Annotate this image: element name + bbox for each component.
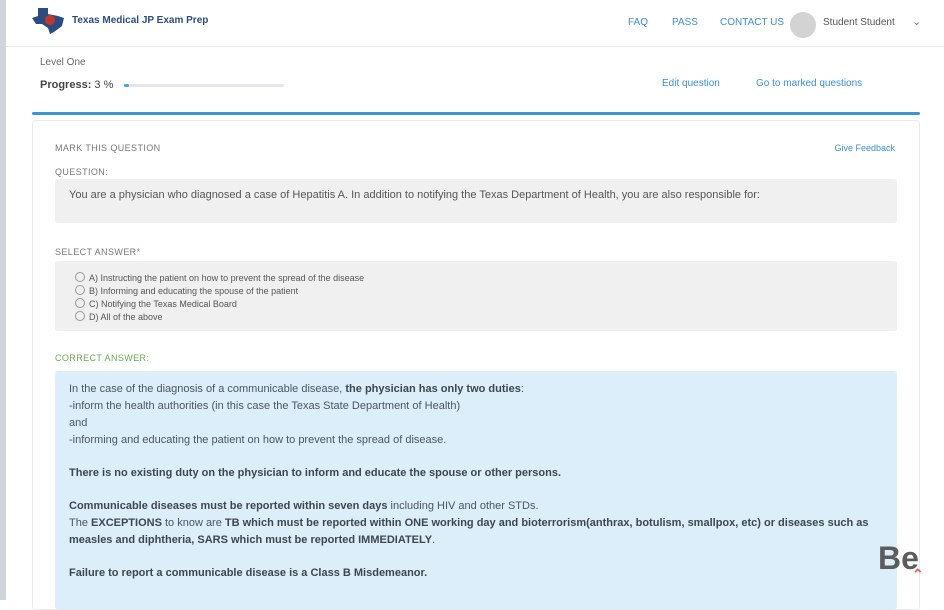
choice-c[interactable]: C) Notifying the Texas Medical Board (75, 298, 237, 309)
choice-text: B) Informing and educating the spouse of… (89, 286, 299, 296)
choice-d[interactable]: D) All of the above (75, 311, 163, 322)
answer-line: -inform the health authorities (in this … (69, 400, 461, 412)
mark-question-toggle[interactable]: MARK THIS QUESTION (55, 143, 161, 153)
select-answer-label: SELECT ANSWER* (55, 247, 140, 257)
choice-a[interactable]: A) Instructing the patient on how to pre… (75, 272, 364, 283)
answer-line: -informing and educating the patient on … (69, 434, 447, 446)
answer-text: In the case of the diagnosis of a commun… (69, 383, 346, 395)
choice-text: A) Instructing the patient on how to pre… (89, 273, 365, 283)
radio-icon[interactable] (75, 285, 85, 295)
answer-line: and (69, 417, 88, 429)
question-card: MARK THIS QUESTION Give Feedback QUESTIO… (32, 120, 920, 610)
answer-bold: the physician has only two duties (345, 383, 521, 395)
progress-title: Progress: (40, 79, 92, 91)
correct-answer-box: In the case of the diagnosis of a commun… (55, 371, 897, 609)
level-label: Level One (40, 57, 86, 68)
choice-text: C) Notifying the Texas Medical Board (89, 299, 237, 309)
answer-text: : (520, 383, 524, 395)
accent-divider (32, 112, 920, 115)
radio-icon[interactable] (75, 298, 85, 308)
radio-icon[interactable] (75, 311, 85, 321)
answer-bold: There is no existing duty on the physici… (69, 467, 562, 479)
be-watermark-logo: Be ⌃ (878, 540, 924, 582)
required-mark: * (136, 247, 141, 257)
answer-choices: A) Instructing the patient on how to pre… (55, 261, 897, 331)
answer-line: In the case of the diagnosis of a commun… (69, 381, 883, 398)
question-box: You are a physician who diagnosed a case… (55, 179, 897, 223)
left-border (0, 0, 6, 600)
answer-line: Communicable diseases must be reported w… (69, 498, 883, 515)
choice-b[interactable]: B) Informing and educating the spouse of… (75, 285, 298, 296)
answer-text: to know are (161, 517, 225, 529)
answer-paragraph: The EXCEPTIONS to know are TB which must… (69, 515, 883, 549)
progress-label: Progress: 3 % (40, 79, 113, 91)
progress-value: 3 % (94, 79, 114, 91)
avatar[interactable] (790, 12, 816, 38)
select-answer-text: SELECT ANSWER (55, 247, 137, 257)
answer-text: . (432, 534, 436, 546)
nav-pass[interactable]: PASS (672, 17, 698, 28)
choice-text: D) All of the above (89, 312, 163, 322)
answer-bold: Communicable diseases must be reported w… (69, 500, 388, 512)
progress-bar-fill (124, 84, 129, 87)
answer-line: There is no existing duty on the physici… (69, 465, 883, 482)
question-label: QUESTION: (55, 167, 109, 177)
nav-contact[interactable]: CONTACT US (720, 17, 784, 28)
nav-faq[interactable]: FAQ (628, 17, 648, 28)
progress-bar (124, 84, 284, 87)
answer-text: including HIV and other STDs. (387, 500, 539, 512)
edit-question-link[interactable]: Edit question (662, 78, 720, 89)
correct-answer-label: CORRECT ANSWER: (55, 353, 150, 363)
answer-line: Failure to report a communicable disease… (69, 565, 883, 582)
radio-icon[interactable] (75, 272, 85, 282)
top-bar: Texas Medical JP Exam Prep FAQ PASS CONT… (6, 0, 944, 47)
answer-bold: EXCEPTIONS (91, 517, 162, 529)
question-text: You are a physician who diagnosed a case… (69, 189, 760, 201)
brand-name[interactable]: Texas Medical JP Exam Prep (72, 15, 208, 26)
chevron-down-icon[interactable]: ⌄ (912, 15, 921, 28)
give-feedback-link[interactable]: Give Feedback (834, 143, 895, 153)
goto-marked-link[interactable]: Go to marked questions (756, 78, 862, 89)
user-name[interactable]: Student Student (823, 17, 895, 28)
answer-bold: Failure to report a communicable disease… (69, 567, 428, 579)
answer-text: The (69, 517, 92, 529)
texas-logo-icon[interactable] (28, 6, 72, 36)
